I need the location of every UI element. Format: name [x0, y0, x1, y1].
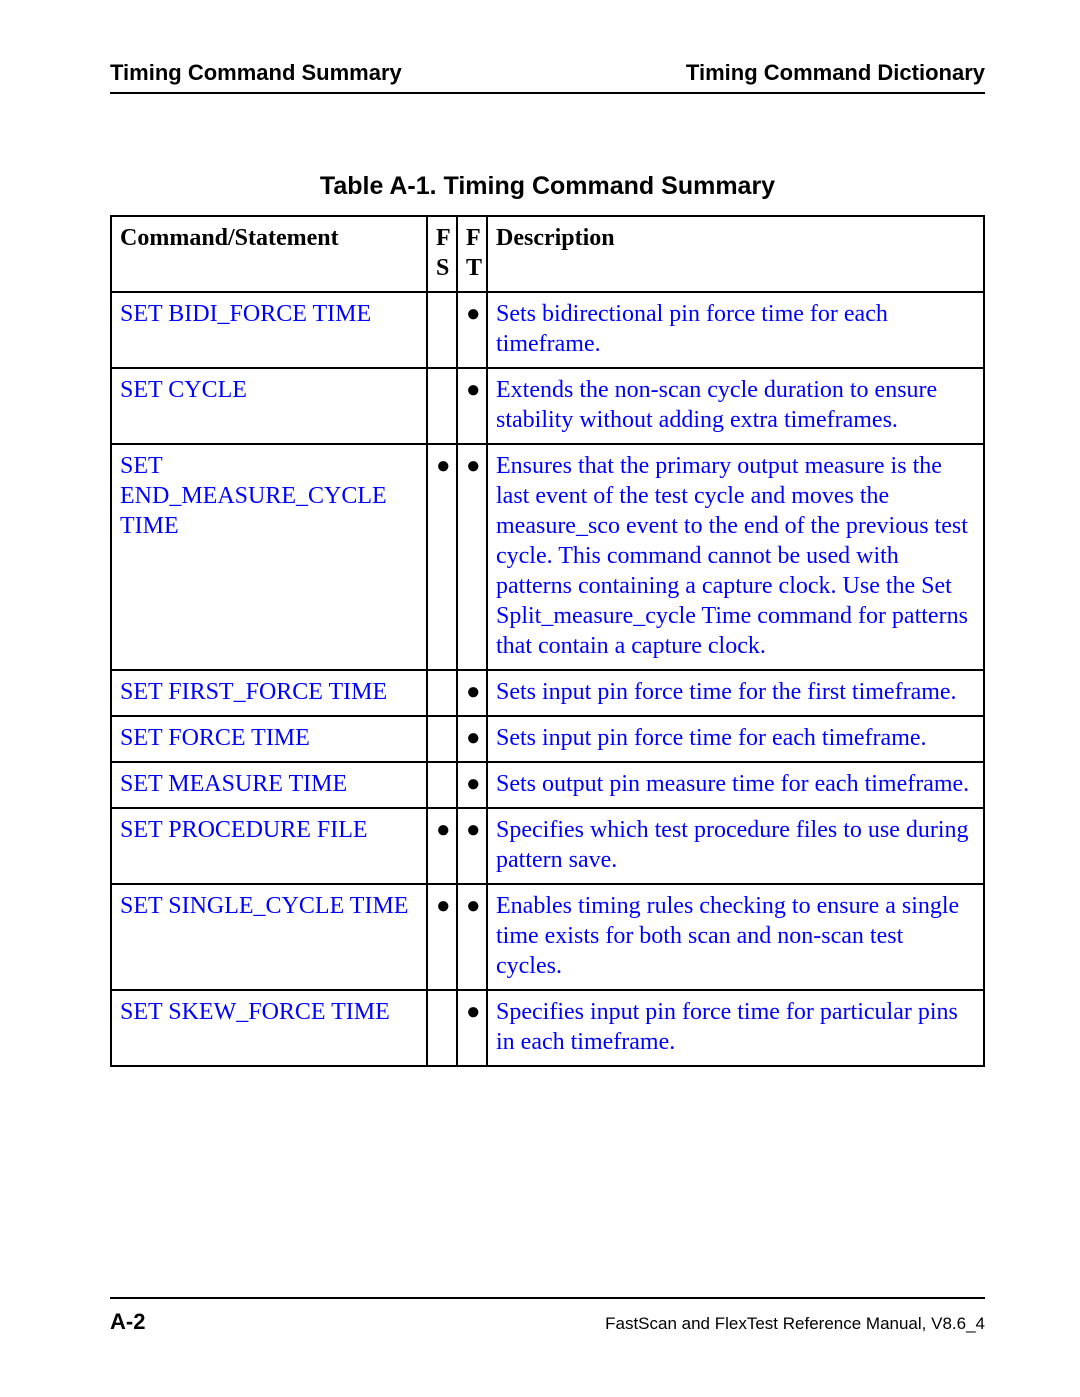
- command-cell: SET FIRST_FORCE TIME: [111, 670, 427, 716]
- ft-mark: ●: [457, 670, 487, 716]
- ft-mark: ●: [457, 368, 487, 444]
- col-header-fs-bot: S: [436, 255, 449, 281]
- fs-mark: [427, 762, 457, 808]
- command-cell: SET PROCEDURE FILE: [111, 808, 427, 884]
- table-caption: Table A-1. Timing Command Summary: [110, 172, 985, 201]
- description-cell: Enables timing rules checking to ensure …: [487, 884, 984, 990]
- fs-mark: [427, 716, 457, 762]
- command-link[interactable]: SET MEASURE TIME: [120, 771, 347, 797]
- col-header-command: Command/Statement: [111, 216, 427, 292]
- table-row: SET MEASURE TIME ●Sets output pin measure…: [111, 762, 984, 808]
- col-header-ft-top: F: [466, 225, 481, 251]
- timing-command-summary-table: Command/Statement F S F T Description SE…: [110, 215, 985, 1067]
- fs-mark: [427, 990, 457, 1066]
- command-cell: SET BIDI_FORCE TIME: [111, 292, 427, 368]
- fs-mark: ●: [427, 444, 457, 670]
- description-cell: Ensures that the primary output measure …: [487, 444, 984, 670]
- ft-mark: ●: [457, 808, 487, 884]
- command-link[interactable]: SET SKEW_FORCE TIME: [120, 999, 390, 1025]
- command-link[interactable]: SET BIDI_FORCE TIME: [120, 301, 371, 327]
- fs-mark: [427, 670, 457, 716]
- table-row: SET FIRST_FORCE TIME ●Sets input pin forc…: [111, 670, 984, 716]
- table-row: SET CYCLE ●Extends the non-scan cycle dur…: [111, 368, 984, 444]
- command-cell: SET CYCLE: [111, 368, 427, 444]
- command-cell: SET MEASURE TIME: [111, 762, 427, 808]
- col-header-fs-top: F: [436, 225, 451, 251]
- description-cell: Sets output pin measure time for each ti…: [487, 762, 984, 808]
- fs-mark: [427, 368, 457, 444]
- col-header-fs: F S: [427, 216, 457, 292]
- command-link[interactable]: SET FIRST_FORCE TIME: [120, 679, 387, 705]
- command-cell: SET END_MEASURE_CYCLE TIME: [111, 444, 427, 670]
- fs-mark: [427, 292, 457, 368]
- col-header-ft-bot: T: [466, 255, 482, 281]
- page-footer: A-2 FastScan and FlexTest Reference Manu…: [110, 1297, 985, 1335]
- description-cell: Specifies which test procedure files to …: [487, 808, 984, 884]
- command-cell: SET SKEW_FORCE TIME: [111, 990, 427, 1066]
- table-row: SET SKEW_FORCE TIME ●Specifies input pin …: [111, 990, 984, 1066]
- description-cell: Sets input pin force time for the first …: [487, 670, 984, 716]
- col-header-description: Description: [487, 216, 984, 292]
- fs-mark: ●: [427, 884, 457, 990]
- table-row: SET SINGLE_CYCLE TIME●●Enables timing ru…: [111, 884, 984, 990]
- description-cell: Sets input pin force time for each timef…: [487, 716, 984, 762]
- ft-mark: ●: [457, 762, 487, 808]
- command-link[interactable]: SET PROCEDURE FILE: [120, 817, 368, 843]
- table-row: SET PROCEDURE FILE●●Specifies which test…: [111, 808, 984, 884]
- description-cell: Sets bidirectional pin force time for ea…: [487, 292, 984, 368]
- table-row: SET BIDI_FORCE TIME ●Sets bidirectional p…: [111, 292, 984, 368]
- running-head: Timing Command Summary Timing Command Di…: [110, 60, 985, 94]
- command-link[interactable]: SET FORCE TIME: [120, 725, 310, 751]
- command-cell: SET SINGLE_CYCLE TIME: [111, 884, 427, 990]
- running-head-left: Timing Command Summary: [110, 60, 402, 86]
- table-header-row: Command/Statement F S F T Description: [111, 216, 984, 292]
- ft-mark: ●: [457, 990, 487, 1066]
- page-number: A-2: [110, 1309, 145, 1335]
- table-row: SET FORCE TIME ●Sets input pin force time…: [111, 716, 984, 762]
- command-link[interactable]: SET END_MEASURE_CYCLE TIME: [120, 453, 387, 539]
- manual-reference: FastScan and FlexTest Reference Manual, …: [605, 1314, 985, 1334]
- fs-mark: ●: [427, 808, 457, 884]
- command-link[interactable]: SET SINGLE_CYCLE TIME: [120, 893, 408, 919]
- col-header-ft: F T: [457, 216, 487, 292]
- ft-mark: ●: [457, 884, 487, 990]
- ft-mark: ●: [457, 444, 487, 670]
- ft-mark: ●: [457, 716, 487, 762]
- command-link[interactable]: SET CYCLE: [120, 377, 247, 403]
- description-cell: Extends the non-scan cycle duration to e…: [487, 368, 984, 444]
- command-cell: SET FORCE TIME: [111, 716, 427, 762]
- running-head-right: Timing Command Dictionary: [686, 60, 985, 86]
- description-cell: Specifies input pin force time for parti…: [487, 990, 984, 1066]
- table-row: SET END_MEASURE_CYCLE TIME ●●Ensures that…: [111, 444, 984, 670]
- ft-mark: ●: [457, 292, 487, 368]
